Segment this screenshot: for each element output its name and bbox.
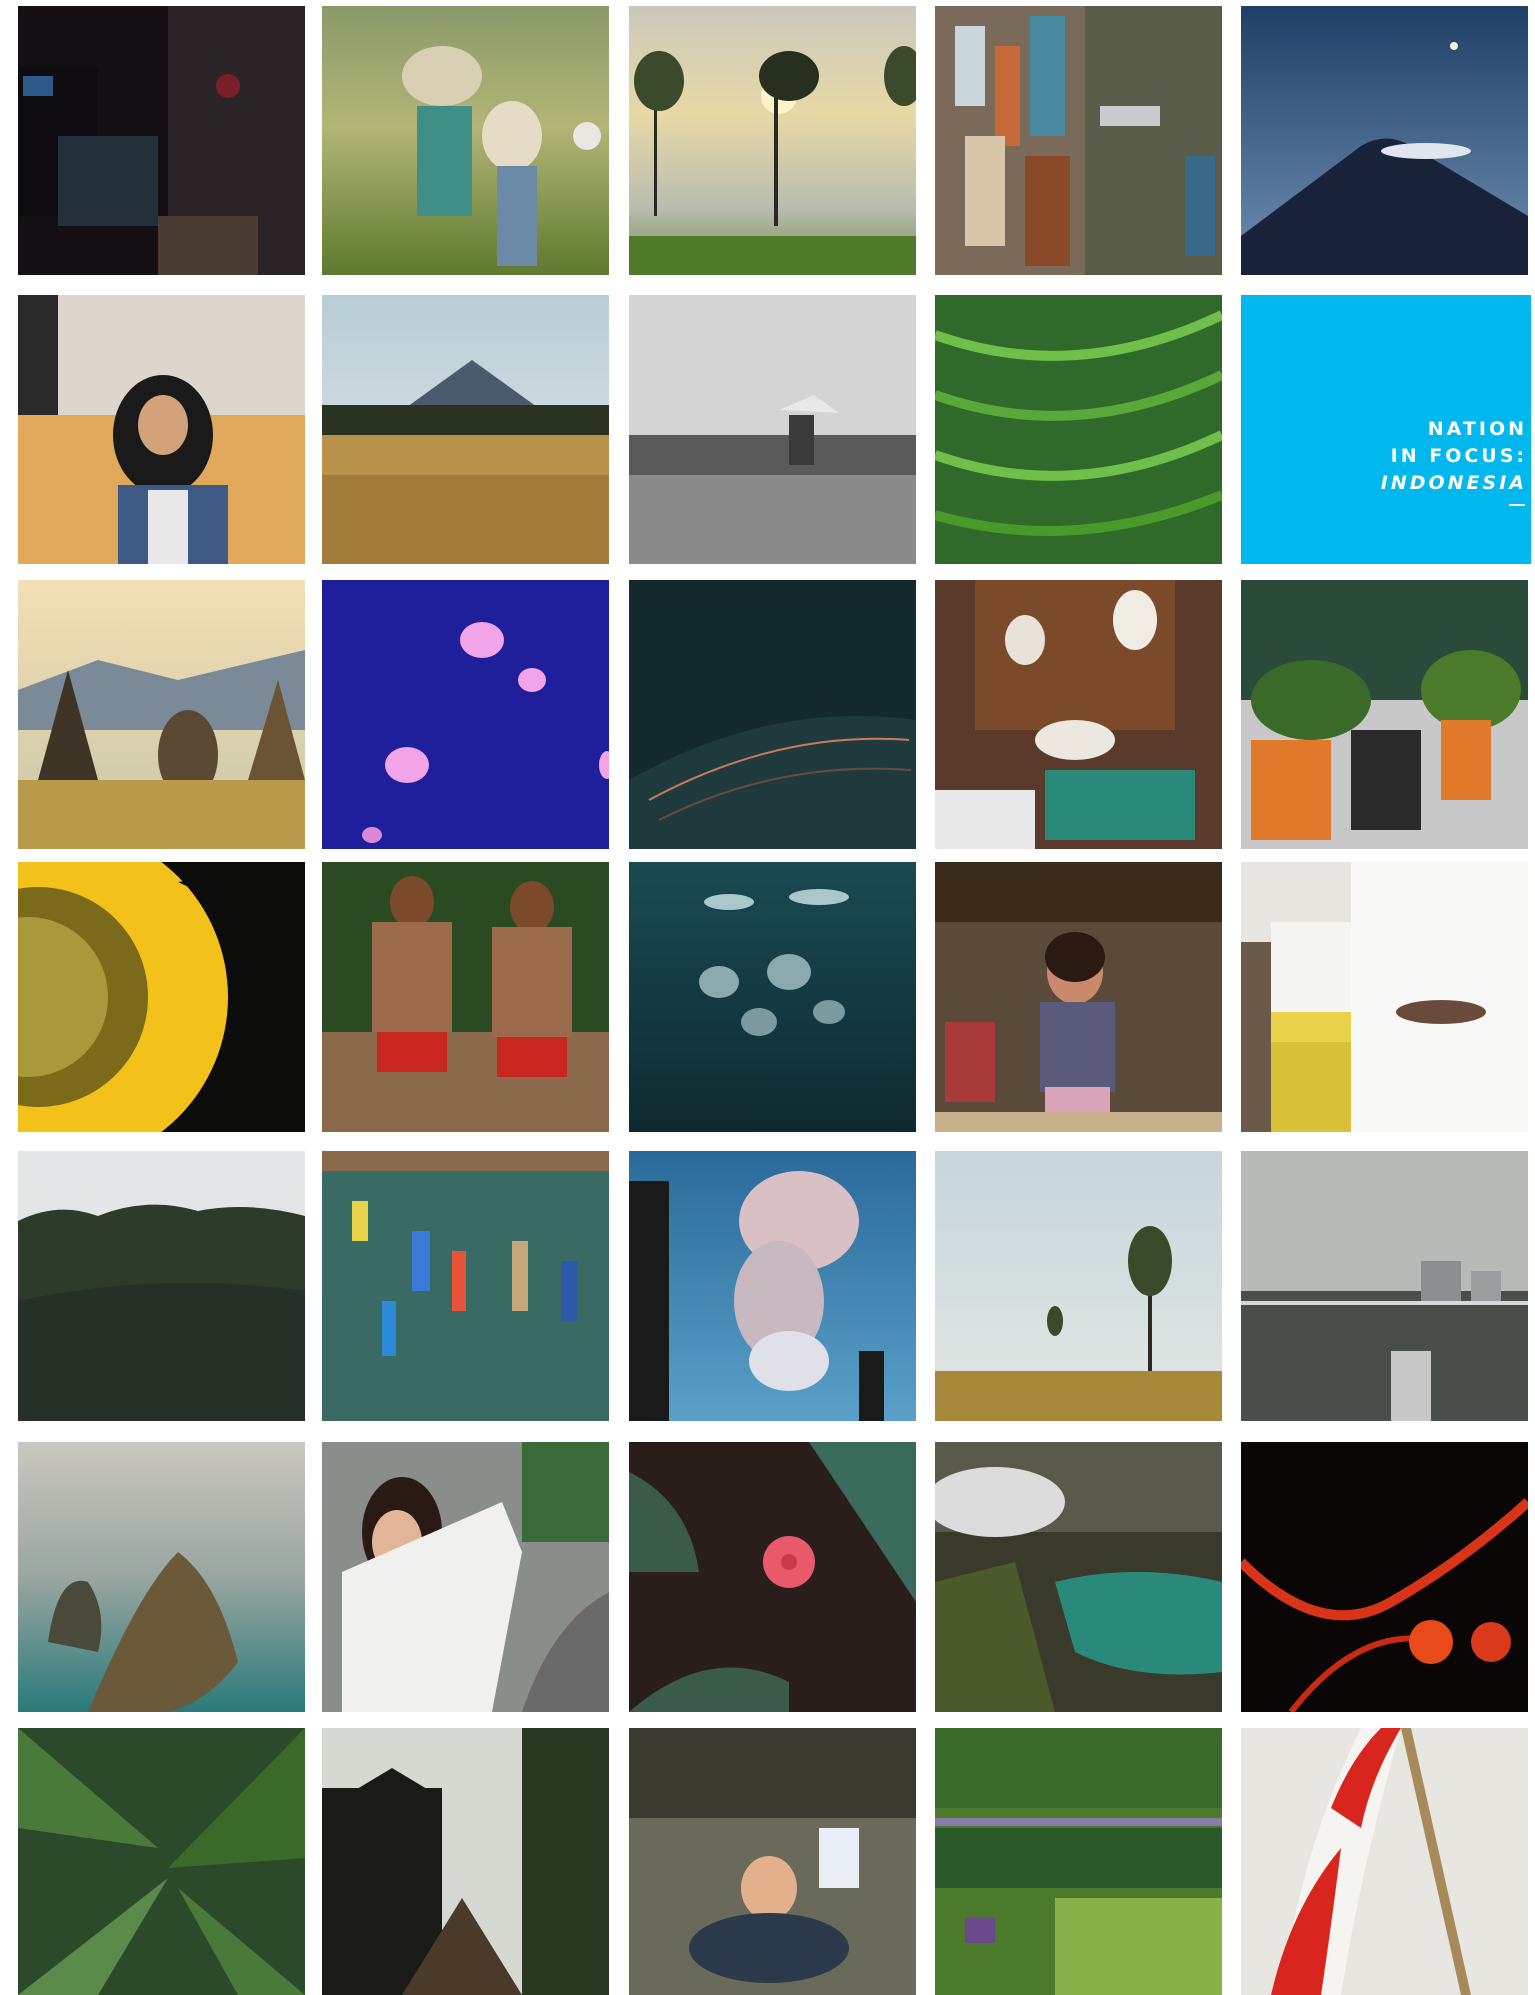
photo-aerial-harbor-boats[interactable] [935,6,1222,275]
photo-sunflower-image [18,862,305,1132]
photo-bird-cages-street[interactable] [1241,580,1528,849]
photo-smiling-girl-image [935,862,1222,1132]
photo-cyclists-at-sunrise[interactable] [629,6,916,275]
photo-jungle-path-temple-image [322,1728,609,1995]
photo-aerial-green-fields-image [935,1728,1222,1995]
photo-dark-workshop-image [18,6,305,275]
photo-sunflower[interactable] [18,862,305,1132]
photo-misty-field-trees-image [935,1151,1222,1421]
photo-aerial-rice-terraces[interactable] [935,295,1222,564]
photo-traditional-dress-back[interactable] [1241,862,1528,1132]
photo-frangipani-flower-image [629,1442,916,1712]
photo-indonesian-flag[interactable] [1241,1728,1528,1995]
photo-aerial-rice-terraces-image [935,295,1222,564]
photo-volcano-at-night-image [1241,6,1528,275]
photo-child-in-bucket-image [629,1728,916,1995]
photo-tribal-men-portrait-image [322,862,609,1132]
photo-crater-lake-image [935,1442,1222,1712]
photo-tribal-men-portrait[interactable] [322,862,609,1132]
photo-volcano-eruption-smoke[interactable] [629,1151,916,1421]
photo-misty-field-trees[interactable] [935,1151,1222,1421]
photo-dark-palm-leaf[interactable] [629,580,916,849]
photo-red-jellyfish-image [1241,1442,1528,1712]
photo-market-stall-image [935,580,1222,849]
photo-traditional-dress-back-image [1241,862,1528,1132]
photo-rice-harvest-workers-image [322,6,609,275]
nation-in-focus-heading: NATION IN FOCUS: INDONESIA [1381,416,1527,497]
photo-red-jellyfish[interactable] [1241,1442,1528,1712]
photo-aerial-canoes[interactable] [322,1151,609,1421]
photo-rice-harvest-workers[interactable] [322,6,609,275]
photo-pink-jellyfish[interactable] [322,580,609,849]
photo-market-stall[interactable] [935,580,1222,849]
photo-frangipani-flower[interactable] [629,1442,916,1712]
photo-pink-jellyfish-image [322,580,609,849]
photo-railway-city-haze[interactable] [1241,1151,1528,1421]
photo-black-and-white-farmer-image [629,295,916,564]
photo-palm-forest-image [18,1151,305,1421]
photo-palm-fronds[interactable] [18,1728,305,1995]
photo-indonesian-flag-image [1241,1728,1528,1995]
photo-crater-lake[interactable] [935,1442,1222,1712]
photo-dark-workshop[interactable] [18,6,305,275]
photo-borobudur-stupas[interactable] [18,580,305,849]
focus-dash [1509,504,1525,506]
photo-grid: NATION IN FOCUS: INDONESIA [0,0,1535,1995]
photo-child-in-bucket[interactable] [629,1728,916,1995]
photo-railway-city-haze-image [1241,1151,1528,1421]
photo-aerial-harbor-boats-image [935,6,1222,275]
photo-island-cliffs[interactable] [18,1442,305,1712]
photo-volcano-at-night[interactable] [1241,6,1528,275]
focus-line-1: NATION [1427,418,1527,440]
photo-woman-in-hijab[interactable] [18,295,305,564]
photo-aerial-canoes-image [322,1151,609,1421]
photo-jungle-path-temple[interactable] [322,1728,609,1995]
photo-dark-palm-leaf-image [629,580,916,849]
photo-cyclists-at-sunrise-image [629,6,916,275]
focus-line-2: IN FOCUS: [1390,445,1527,467]
photo-volcano-eruption-smoke-image [629,1151,916,1421]
photo-bird-cages-street-image [1241,580,1528,849]
photo-underwater-jellyfish[interactable] [629,862,916,1132]
photo-mountain-over-fields[interactable] [322,295,609,564]
photo-black-and-white-farmer[interactable] [629,295,916,564]
photo-underwater-jellyfish-image [629,862,916,1132]
focus-line-3: INDONESIA [1380,472,1527,494]
photo-palm-forest[interactable] [18,1151,305,1421]
photo-mountain-over-fields-image [322,295,609,564]
photo-woman-white-sweater[interactable] [322,1442,609,1712]
photo-smiling-girl[interactable] [935,862,1222,1132]
photo-palm-fronds-image [18,1728,305,1995]
photo-woman-white-sweater-image [322,1442,609,1712]
photo-island-cliffs-image [18,1442,305,1712]
photo-borobudur-stupas-image [18,580,305,849]
photo-woman-in-hijab-image [18,295,305,564]
nation-in-focus-tile[interactable]: NATION IN FOCUS: INDONESIA [1241,295,1531,564]
photo-aerial-green-fields[interactable] [935,1728,1222,1995]
